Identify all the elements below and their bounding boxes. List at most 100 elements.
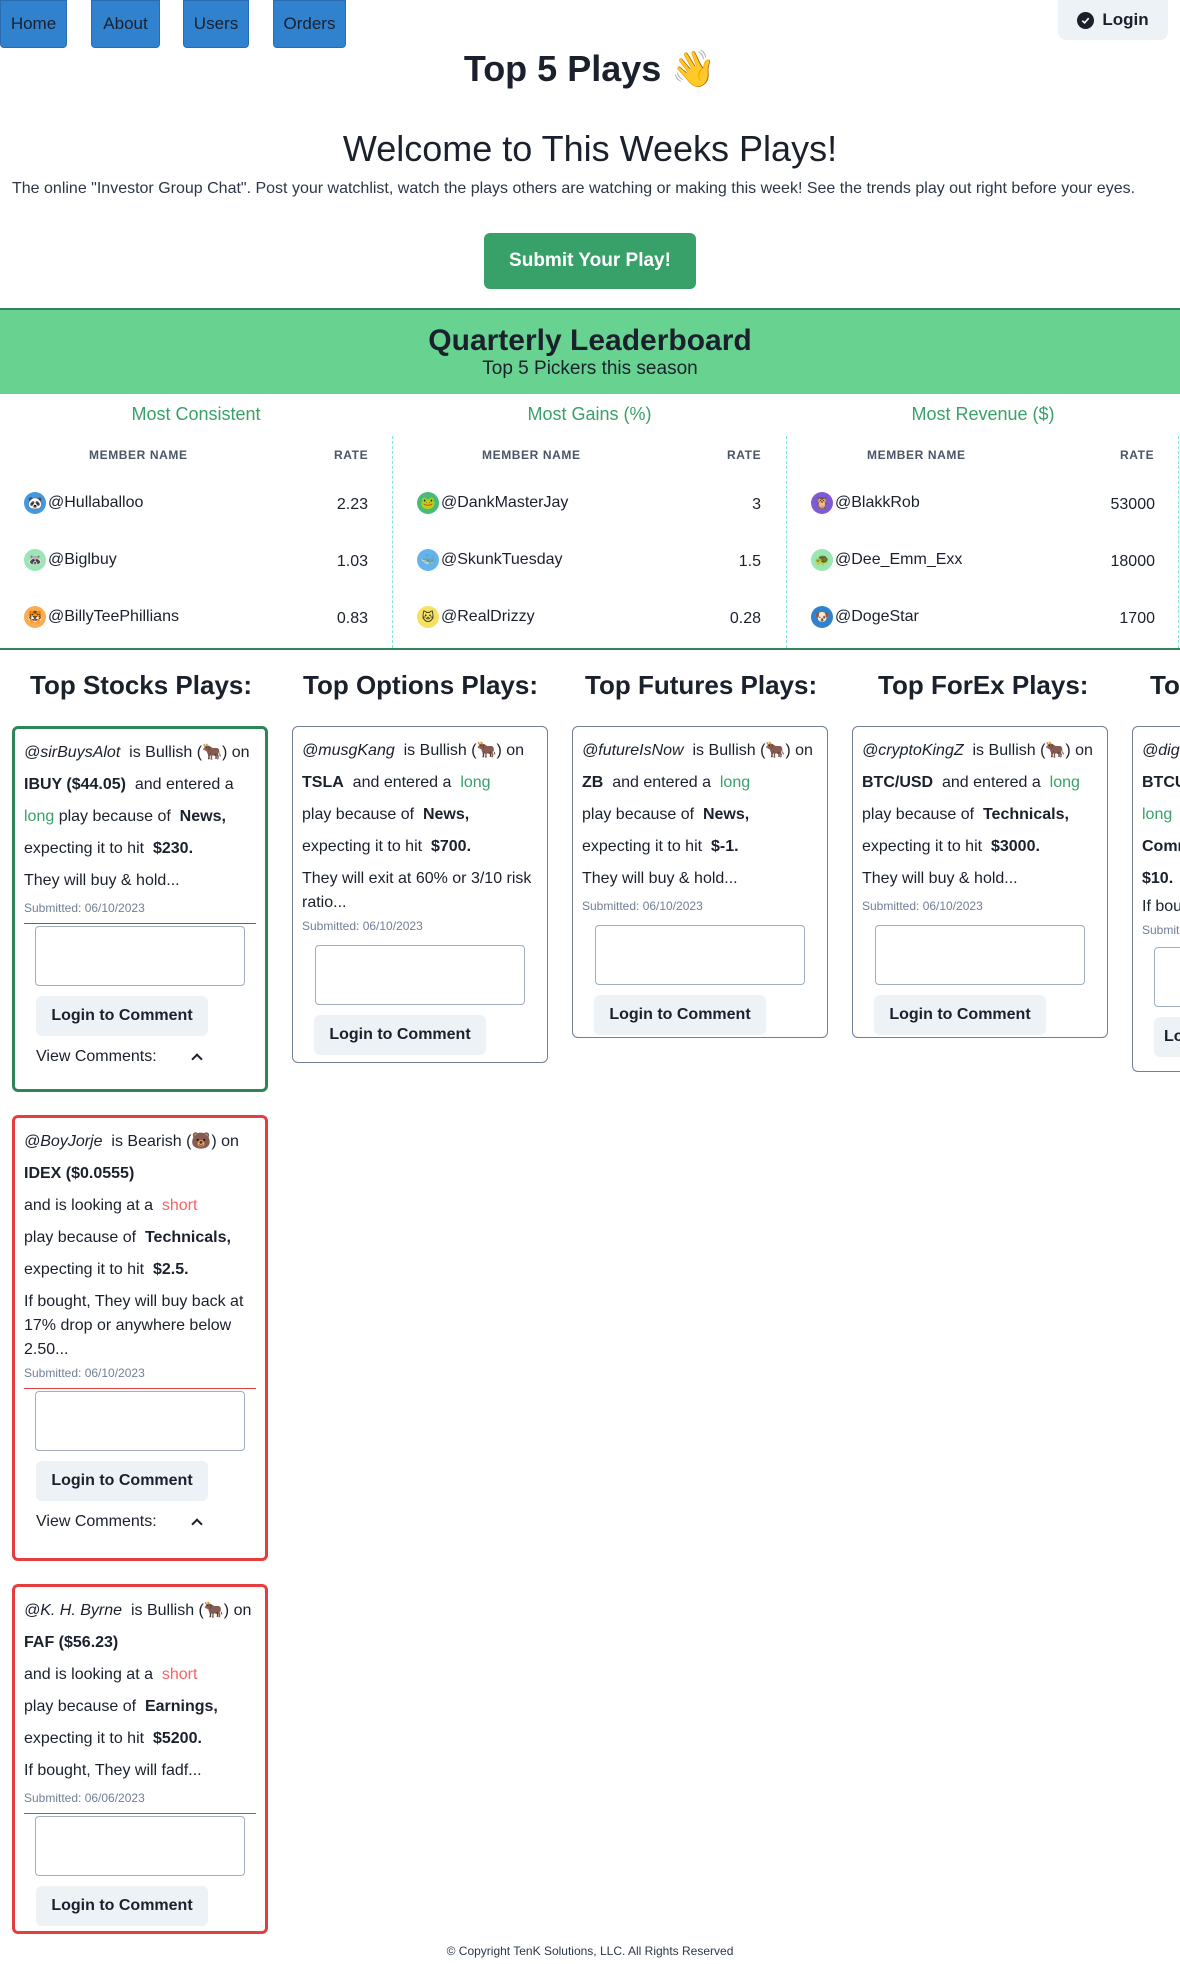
comment-input[interactable]	[315, 945, 525, 1005]
footer-copyright: © Copyright TenK Solutions, LLC. All Rig…	[446, 1944, 734, 1958]
member-rate: 2.23	[336, 496, 368, 513]
on-label: on	[221, 1133, 239, 1150]
avatar: 🦝	[24, 549, 46, 571]
play-user[interactable]: @musgKang	[302, 742, 395, 759]
expect-label: expecting it to hit	[302, 838, 423, 855]
because-label: play because of	[862, 806, 975, 823]
because-label: play because of	[24, 1229, 137, 1246]
member-name: @BillyTeePhillians	[48, 608, 179, 625]
play-sentiment: Bullish (🐂)	[708, 742, 791, 759]
login-to-comment-button[interactable]: Login to Comment	[36, 1886, 208, 1926]
nav-orders[interactable]: Orders	[273, 0, 346, 48]
comment-input[interactable]	[1154, 947, 1180, 1007]
leaderboard-row[interactable]: 🐼 @Hullaballoo	[24, 492, 143, 514]
play-summary: @K. H. Byrne is Bullish (🐂) on	[24, 1595, 256, 1627]
play-user[interactable]: @dig	[1142, 742, 1180, 759]
comment-input[interactable]	[35, 1391, 245, 1451]
leaderboard-most-gains: Most Gains (%) MEMBER NAME RATE 🐸 @DankM…	[393, 394, 786, 648]
leaderboard-row[interactable]: 🐢 @Dee_Emm_Exx	[811, 549, 962, 571]
submitted-date: Submitted: 06/10/2023	[24, 1366, 145, 1380]
play-reason: News,	[422, 806, 470, 823]
nav-users[interactable]: Users	[183, 0, 249, 48]
play-target-line: expecting it to hit $-1.	[582, 831, 818, 863]
welcome-heading: Welcome to This Weeks Plays!	[342, 128, 838, 169]
play-ticker-line: FAF ($56.23)	[24, 1627, 256, 1659]
play-reason: Technicals,	[982, 806, 1069, 823]
play-position: long	[719, 774, 751, 791]
on-label: on	[233, 1602, 252, 1619]
leaderboard-row[interactable]: 🦉 @BlakkRob	[811, 492, 920, 514]
play-user[interactable]: @K. H. Byrne	[24, 1602, 122, 1619]
is-label: is	[129, 744, 141, 761]
is-label: is	[972, 742, 985, 759]
play-user[interactable]: @sirBuysAlot	[24, 744, 120, 761]
leaderboard-title: Quarterly Leaderboard	[428, 324, 752, 357]
login-to-comment-button[interactable]: Lo	[1154, 1017, 1180, 1057]
nav-home[interactable]: Home	[0, 0, 67, 48]
expect-label: expecting it to hit	[24, 840, 145, 857]
comment-input[interactable]	[35, 1816, 245, 1876]
play-sentiment: Bullish (🐂)	[146, 1602, 230, 1619]
play-sentiment: Bullish (🐂)	[419, 742, 502, 759]
leaderboard-row[interactable]: 🐱 @RealDrizzy	[417, 606, 535, 628]
submitted-date: Submitted: 06/10/2023	[862, 899, 983, 913]
expect-label: expecting it to hit	[24, 1261, 145, 1278]
play-action: and entered a	[612, 774, 711, 791]
leaderboard-row[interactable]: 🐯 @BillyTeePhillians	[24, 606, 179, 628]
play-reason: Comm	[1142, 838, 1180, 855]
play-target: $230.	[152, 840, 194, 857]
comment-input[interactable]	[875, 925, 1085, 985]
play-user[interactable]: @cryptoKingZ	[862, 742, 964, 759]
member-name: @Hullaballoo	[48, 494, 144, 511]
play-card: @BoyJorje is Bearish (🐻) on IDEX ($0.055…	[12, 1115, 268, 1561]
play-ticker: IDEX ($0.0555)	[24, 1165, 135, 1182]
submit-play-button[interactable]: Submit Your Play!	[484, 233, 696, 289]
leaderboard-row[interactable]: 🦝 @Biglbuy	[24, 549, 117, 571]
submitted-date: Submitted: 06/10/2023	[582, 899, 703, 913]
leaderboard-subtitle: Top 5 Pickers this season	[482, 358, 698, 379]
view-comments-toggle[interactable]: View Comments:	[36, 1513, 256, 1531]
play-target-line: expecting it to hit $5200.	[24, 1723, 256, 1755]
leaderboard-most-revenue: Most Revenue ($) MEMBER NAME RATE 🦉 @Bla…	[787, 394, 1179, 648]
play-ticker: IBUY ($44.05)	[24, 776, 126, 793]
comment-input[interactable]	[595, 925, 805, 985]
login-to-comment-button[interactable]: Login to Comment	[874, 995, 1046, 1035]
play-target: $700.	[430, 838, 472, 855]
because-label: play because of	[302, 806, 415, 823]
leaderboard-row[interactable]: 🐳 @SkunkTuesday	[417, 549, 562, 571]
play-summary: @musgKang is Bullish (🐂) on	[302, 735, 538, 767]
member-rate: 1700	[1119, 610, 1155, 627]
view-comments-toggle[interactable]: View Comments:	[36, 1048, 256, 1066]
play-note: They will exit at 60% or 3/10 risk ratio…	[302, 870, 532, 911]
login-button[interactable]: Login	[1058, 0, 1168, 40]
login-to-comment-button[interactable]: Login to Comment	[594, 995, 766, 1035]
play-ticker: TSLA	[302, 774, 344, 791]
play-card: @musgKang is Bullish (🐂) on TSLA and ent…	[292, 726, 548, 1063]
because-label: play because of	[58, 808, 171, 825]
is-label: is	[130, 1602, 143, 1619]
play-ticker-line: TSLA and entered a long	[302, 767, 538, 799]
leaderboard-body: Most Consistent MEMBER NAME RATE 🐼 @Hull…	[0, 394, 1180, 650]
submitted-date: Submitted: 06/06/2023	[24, 1791, 145, 1805]
comment-input[interactable]	[35, 926, 245, 986]
play-ticker-line: IBUY ($44.05) and entered a	[24, 769, 256, 801]
member-rate: 3	[752, 496, 761, 513]
play-target: $2.5.	[152, 1261, 189, 1278]
leaderboard-row[interactable]: 🐸 @DankMasterJay	[417, 492, 568, 514]
rate-header: RATE	[334, 448, 369, 462]
nav-about[interactable]: About	[91, 0, 160, 48]
play-action-line: and is looking at a short	[24, 1190, 256, 1222]
login-to-comment-button[interactable]: Login to Comment	[314, 1015, 486, 1055]
on-label: on	[506, 742, 525, 759]
play-user[interactable]: @BoyJorje	[24, 1133, 103, 1150]
play-card-partial: @dig BTCU long Comm $10. If bou Submit L…	[1132, 726, 1180, 1072]
play-user[interactable]: @futureIsNow	[582, 742, 684, 759]
top-nav: Home About Users Orders Login	[0, 0, 1180, 48]
login-to-comment-button[interactable]: Login to Comment	[36, 1461, 208, 1501]
submitted-date: Submit	[1142, 923, 1180, 937]
leaderboard-row[interactable]: 🐶 @DogeStar	[811, 606, 919, 628]
play-summary: @BoyJorje is Bearish (🐻) on	[24, 1126, 256, 1158]
login-to-comment-button[interactable]: Login to Comment	[36, 996, 208, 1036]
